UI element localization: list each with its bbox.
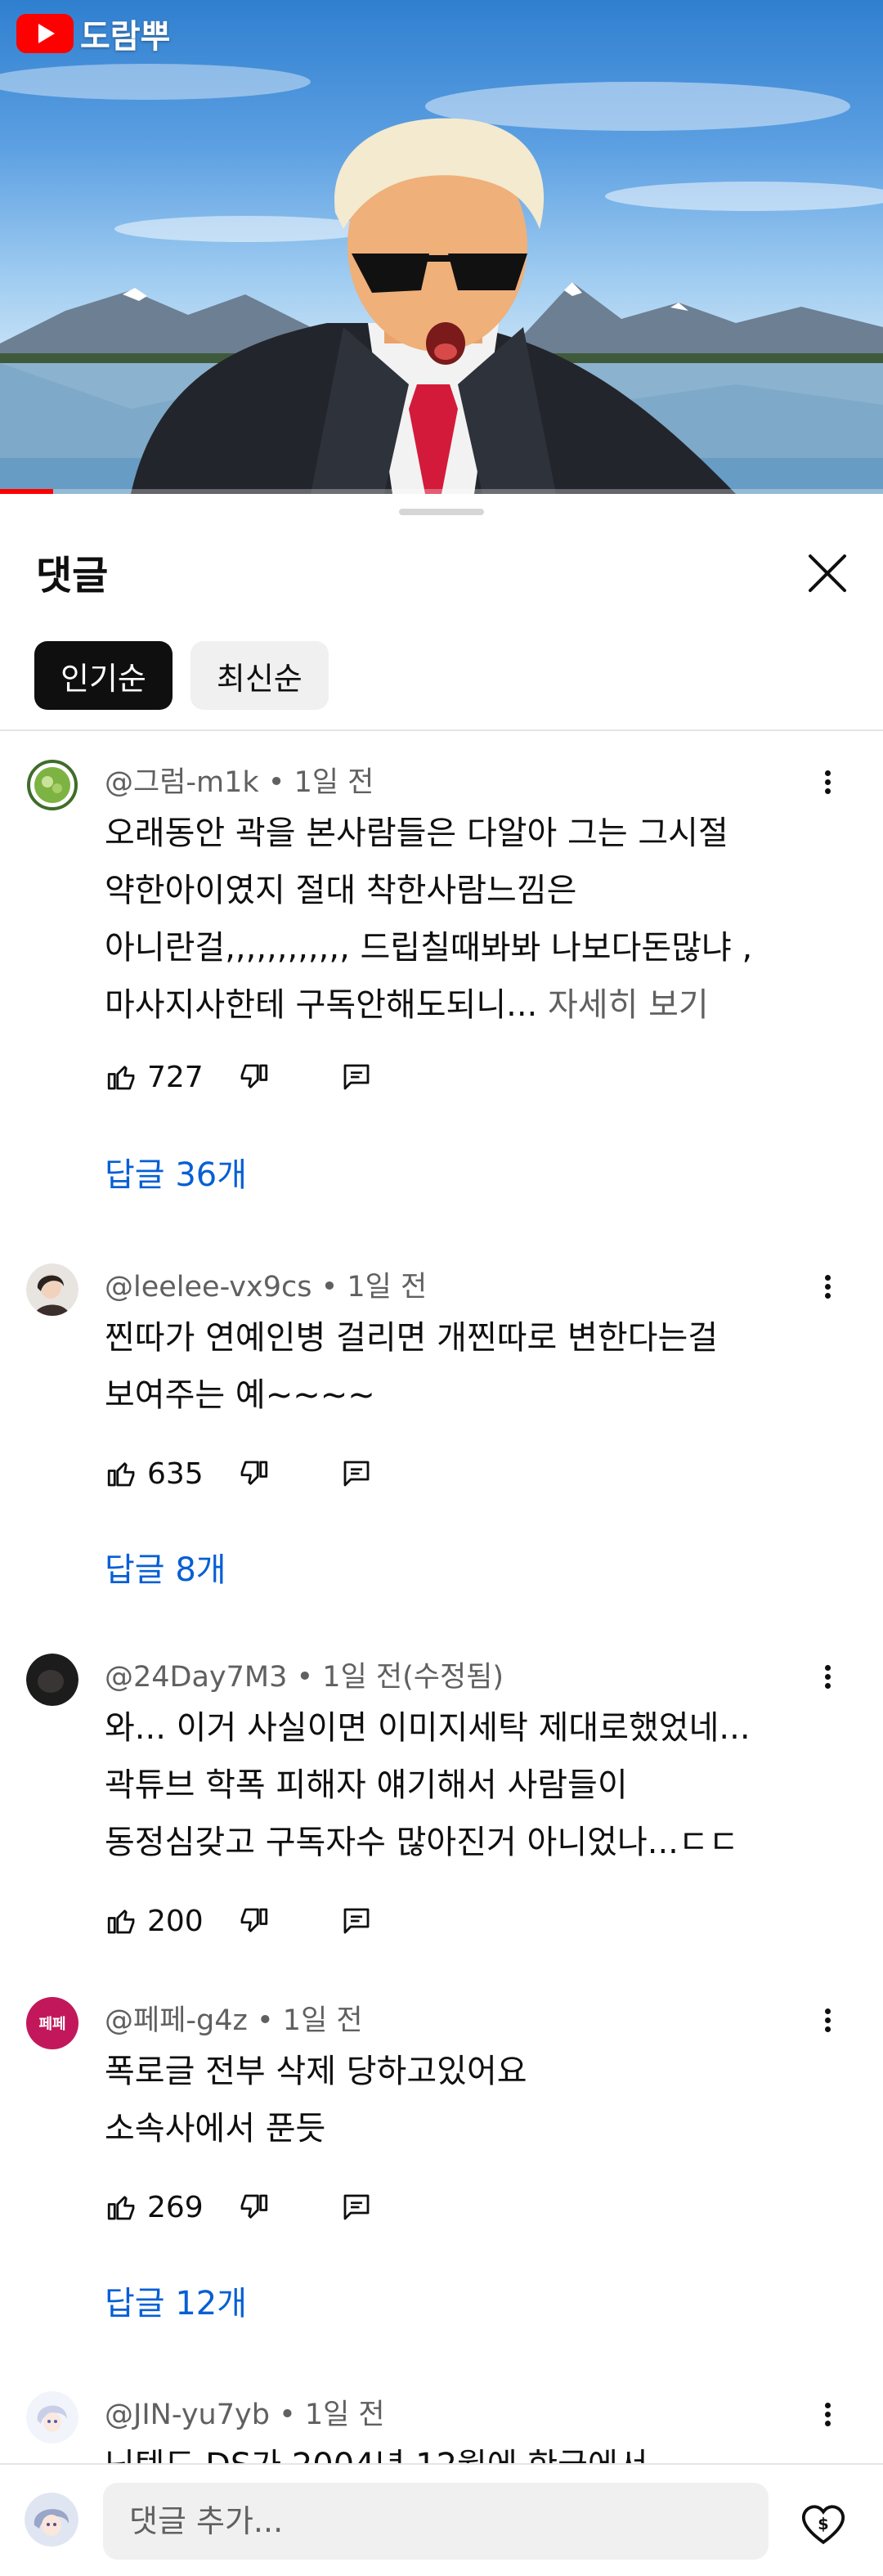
thumbs-up-icon	[107, 1910, 135, 1934]
comment-time: 1일 전	[304, 2399, 385, 2431]
thumbs-up-icon	[107, 1066, 135, 1090]
more-options-icon[interactable]	[818, 2005, 837, 2038]
avatar[interactable]	[26, 2391, 78, 2444]
comment-text: 닌텐도 DS가 2004년 12월에 한국에서	[105, 2437, 840, 2463]
view-replies-button[interactable]: 답글 8개	[105, 1543, 226, 1591]
video-player[interactable]: 도람뿌	[0, 0, 883, 494]
comment-meta: @그럼-m1k • 1일 전	[105, 766, 374, 799]
more-options-icon[interactable]	[818, 767, 837, 800]
more-options-icon[interactable]	[818, 1272, 837, 1304]
thumbs-up-icon	[107, 2196, 135, 2220]
comment-time: 1일 전	[294, 766, 374, 799]
like-button[interactable]: 269	[105, 2190, 204, 2224]
comment-line: 찐따가 연예인병 걸리면 개찐따로 변한다는걸	[105, 1319, 719, 1357]
comment-author[interactable]: @그럼-m1k	[105, 766, 259, 799]
comment-author[interactable]: @leelee-vx9cs	[105, 1271, 312, 1304]
comment-author[interactable]: @페페-g4z	[105, 2004, 248, 2037]
like-button[interactable]: 727	[105, 1060, 204, 1094]
super-thanks-icon[interactable]: $	[800, 2501, 847, 2548]
comment-line: 동정심갖고 구독자수 많아진거 아니었나...ㄷㄷ	[105, 1824, 739, 1861]
avatar-initials: 페페	[38, 2016, 66, 2033]
comment-author[interactable]: @JIN-yu7yb	[105, 2399, 270, 2431]
comment-text: 오래동안 곽을 본사람들은 다알아 그는 그시절 약한아이였지 절대 착한사람느…	[105, 805, 840, 1034]
more-options-icon[interactable]	[818, 1662, 837, 1694]
user-avatar[interactable]	[25, 2493, 78, 2547]
comment-time: 1일 전(수정됨)	[322, 1661, 504, 1694]
video-thumbnail	[0, 64, 883, 494]
add-comment-input[interactable]	[103, 2483, 769, 2560]
view-replies-button[interactable]: 답글 12개	[105, 2277, 247, 2324]
comment-text: 폭로글 전부 삭제 당하고있어요 소속사에서 푼듯	[105, 2043, 840, 2157]
comment-actions: 200	[105, 1904, 374, 1938]
channel-name: 도람뿌	[80, 18, 171, 56]
comment-meta: @24Day7M3 • 1일 전(수정됨)	[105, 1661, 504, 1694]
sort-tabs: 인기순 최신순	[34, 641, 329, 710]
comment-actions: 727	[105, 1060, 374, 1094]
drag-handle[interactable]	[399, 509, 484, 515]
comment-time: 1일 전	[282, 2004, 363, 2037]
youtube-logo-icon	[16, 14, 74, 53]
comment-line: 폭로글 전부 삭제 당하고있어요	[105, 2053, 527, 2090]
thumbs-down-icon[interactable]	[236, 1060, 271, 1094]
like-count: 269	[147, 2190, 204, 2224]
tab-newest[interactable]: 최신순	[190, 641, 329, 710]
comment-composer: $	[0, 2463, 883, 2576]
like-count: 200	[147, 1904, 204, 1938]
comment-actions: 269	[105, 2190, 374, 2224]
comment-line: 오래동안 곽을 본사람들은 다알아 그는 그시절	[105, 815, 728, 852]
comment-item: @JIN-yu7yb • 1일 전 닌텐도 DS가 2004년 12월에 한국에…	[0, 2391, 883, 2463]
reply-icon[interactable]	[339, 1904, 374, 1938]
avatar[interactable]	[26, 1654, 78, 1706]
comment-meta: @JIN-yu7yb • 1일 전	[105, 2399, 385, 2431]
svg-text:$: $	[818, 2515, 828, 2533]
avatar[interactable]: 페페	[26, 1997, 78, 2049]
thumbs-down-icon[interactable]	[236, 1456, 271, 1491]
comment-actions: 635	[105, 1456, 374, 1491]
divider	[0, 729, 883, 731]
channel-brand: 도람뿌	[16, 10, 170, 57]
comment-text: 찐따가 연예인병 걸리면 개찐따로 변한다는걸 보여주는 예~~~~	[105, 1309, 840, 1424]
comment-line: 보여주는 예~~~~	[105, 1376, 375, 1414]
view-replies-button[interactable]: 답글 36개	[105, 1148, 247, 1196]
thumbs-down-icon[interactable]	[236, 2190, 271, 2224]
avatar[interactable]	[26, 759, 78, 811]
close-icon[interactable]	[805, 551, 849, 595]
more-options-icon[interactable]	[818, 2399, 837, 2432]
comment-author[interactable]: @24Day7M3	[105, 1661, 287, 1694]
comment-meta: @leelee-vx9cs • 1일 전	[105, 1271, 428, 1304]
reply-icon[interactable]	[339, 1456, 374, 1491]
comment-line: 닌텐도 DS가 2004년 12월에 한국에서	[105, 2437, 840, 2463]
reply-icon[interactable]	[339, 1060, 374, 1094]
tab-top[interactable]: 인기순	[34, 641, 173, 710]
comment-line: 소속사에서 푼듯	[105, 2110, 326, 2147]
reply-icon[interactable]	[339, 2190, 374, 2224]
comment-meta: @페페-g4z • 1일 전	[105, 2004, 363, 2037]
comment-line: 곽튜브 학폭 피해자 얘기해서 사람들이	[105, 1766, 628, 1804]
comment-line: 아니란걸,,,,,,,,,,,, 드립칠때봐봐 나보다돈많냐 ,	[105, 929, 753, 967]
panel-title: 댓글	[36, 553, 109, 599]
comment-text: 와... 이거 사실이면 이미지세탁 제대로했었네... 곽튜브 학폭 피해자 …	[105, 1699, 840, 1871]
like-count: 635	[147, 1456, 204, 1491]
read-more-link[interactable]: 자세히 보기	[548, 986, 709, 1024]
comment-line: 와... 이거 사실이면 이미지세탁 제대로했었네...	[105, 1709, 751, 1747]
comment-line: 약한아이였지 절대 착한사람느낌은	[105, 872, 577, 909]
comment-line: 마사지사한테 구독안해도되니...	[105, 986, 538, 1024]
like-count: 727	[147, 1060, 204, 1094]
avatar[interactable]	[26, 1263, 78, 1316]
thumbs-up-icon	[107, 1462, 135, 1487]
thumbs-down-icon[interactable]	[236, 1904, 271, 1938]
comment-time: 1일 전	[347, 1271, 428, 1304]
like-button[interactable]: 200	[105, 1904, 204, 1938]
like-button[interactable]: 635	[105, 1456, 204, 1491]
